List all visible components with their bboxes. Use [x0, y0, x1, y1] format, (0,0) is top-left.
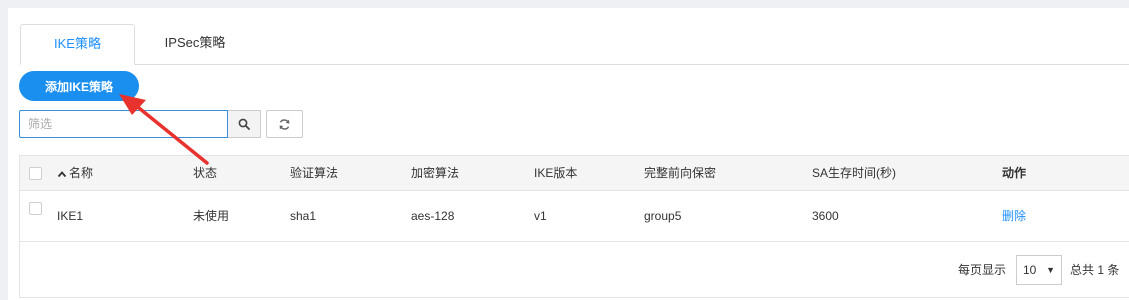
ike-policy-table: 名称 状态 验证算法 加密算法 IKE版本 完整前向保密 SA生存时间(秒) 动…: [19, 155, 1129, 298]
tab-ipsec-policy[interactable]: IPSec策略: [138, 24, 252, 64]
select-all-checkbox[interactable]: [29, 167, 42, 180]
tab-bar: IKE策略 IPSec策略: [20, 24, 1129, 65]
cell-encryption-algorithm: aes-128: [411, 209, 455, 223]
row-checkbox[interactable]: [29, 202, 42, 215]
header-name[interactable]: 名称: [57, 156, 93, 190]
per-page-select[interactable]: 10 ▼: [1016, 255, 1062, 285]
cell-sa-lifetime: 3600: [812, 209, 839, 223]
per-page-value: 10: [1023, 263, 1037, 277]
cell-ike-version: v1: [534, 209, 547, 223]
cell-auth-algorithm: sha1: [290, 209, 317, 223]
total-count: 总共 1 条: [1070, 263, 1120, 277]
cell-status: 未使用: [193, 209, 230, 223]
header-ike-version: IKE版本: [534, 166, 578, 180]
filter-input[interactable]: [19, 110, 228, 138]
refresh-button[interactable]: [266, 110, 303, 138]
cell-pfs: group5: [644, 209, 682, 223]
table-row: IKE1 未使用 sha1 aes-128 v1 group5 3600 删除: [20, 191, 1129, 242]
add-ike-policy-button[interactable]: 添加IKE策略: [19, 71, 139, 101]
search-button[interactable]: [228, 110, 261, 138]
pagination: 每页显示 10 ▼ 总共 1 条: [20, 242, 1129, 298]
header-auth-algorithm: 验证算法: [290, 166, 339, 180]
header-sa-lifetime: SA生存时间(秒): [812, 166, 897, 180]
header-pfs: 完整前向保密: [644, 166, 717, 180]
ipsec-policy-panel: IKE策略 IPSec策略 添加IKE策略 名称 状态 验证算法 加密算: [8, 8, 1129, 300]
caret-down-icon: ▼: [1046, 265, 1055, 275]
header-encryption-algorithm: 加密算法: [411, 166, 460, 180]
header-status: 状态: [193, 166, 218, 180]
table-header: 名称 状态 验证算法 加密算法 IKE版本 完整前向保密 SA生存时间(秒) 动…: [20, 156, 1129, 191]
per-page-label: 每页显示: [958, 263, 1007, 277]
cell-name: IKE1: [57, 209, 84, 223]
search-icon: [238, 118, 250, 130]
refresh-icon: [279, 118, 290, 130]
tab-ike-policy[interactable]: IKE策略: [20, 24, 135, 65]
header-action: 动作: [1002, 166, 1027, 180]
sort-ascending-icon: [57, 170, 67, 177]
delete-link[interactable]: 删除: [1002, 191, 1026, 241]
